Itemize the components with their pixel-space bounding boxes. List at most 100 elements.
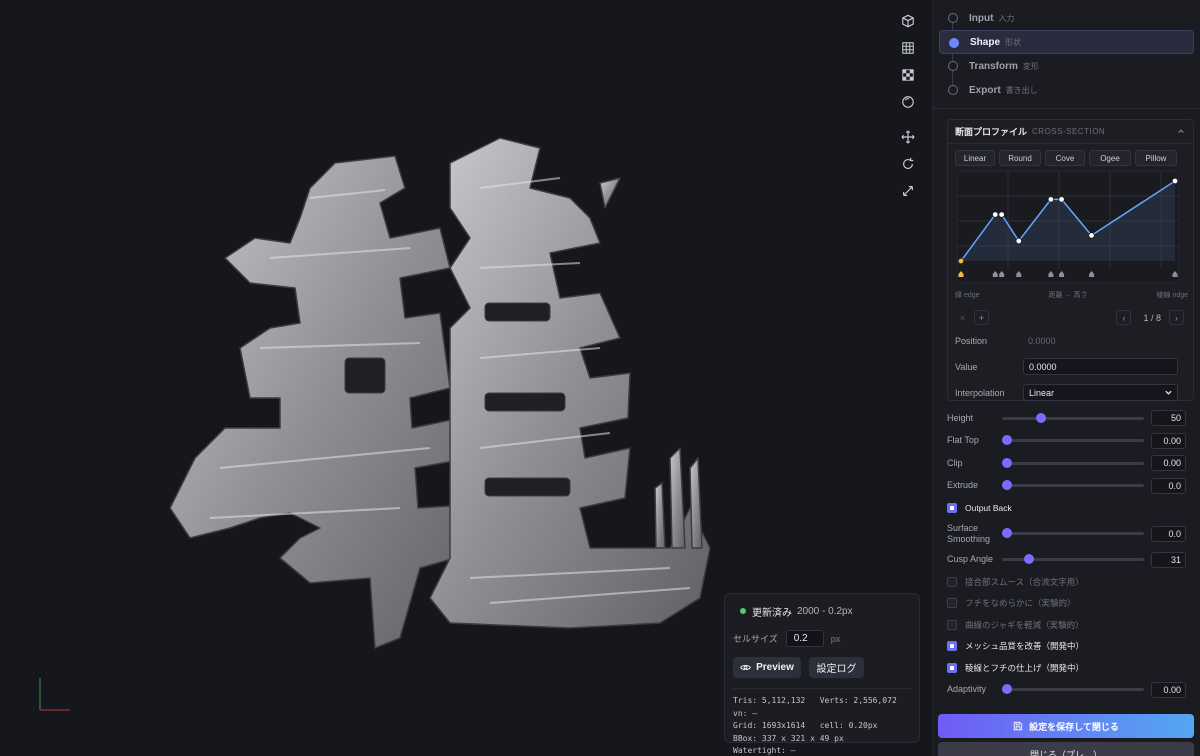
step-transform[interactable]: Transform 変形	[939, 54, 1194, 78]
step-circle-icon	[948, 13, 958, 23]
stats-panel: 更新済み 2000 - 0.2px セルサイズ 0.2 px Preview 設…	[724, 593, 920, 755]
chevron-up-icon[interactable]	[1177, 127, 1185, 135]
mesh-stats-bbox: BBox: 337 x 321 x 49 px	[733, 733, 844, 743]
adaptivity-slider[interactable]	[1002, 684, 1144, 695]
rendered-3d-glyph	[169, 137, 711, 649]
output-back-label: Output Back	[965, 502, 1012, 513]
step-input[interactable]: Input 入力	[939, 6, 1194, 30]
status-detail: 2000 - 0.2px	[797, 605, 853, 617]
surface-smoothing-value[interactable]: 0.0	[1151, 525, 1186, 542]
option-checkbox[interactable]	[947, 641, 957, 652]
interpolation-select[interactable]: Linear	[1023, 384, 1178, 401]
curve-point[interactable]	[1171, 177, 1179, 185]
slider-thumb[interactable]	[1002, 480, 1012, 491]
clip-value[interactable]: 0.00	[1151, 455, 1186, 472]
slider-thumb[interactable]	[1002, 457, 1012, 468]
adaptivity-value[interactable]: 0.00	[1151, 681, 1186, 698]
step-label-jp: 書き出し	[1005, 85, 1038, 95]
axes-gizmo	[39, 678, 70, 711]
checker-icon[interactable]	[897, 64, 919, 86]
cusp-angle-value[interactable]: 31	[1151, 551, 1186, 568]
cusp-angle-slider[interactable]	[1002, 554, 1144, 565]
point-pager: ‹ 1 / 8 ›	[1116, 310, 1188, 325]
option-checkbox[interactable]	[947, 598, 957, 609]
step-label-jp: 変形	[1022, 61, 1039, 71]
save-and-close-button[interactable]: 設定を保存して閉じる	[938, 714, 1194, 738]
extrude-value[interactable]: 0.0	[1151, 477, 1186, 494]
surface-smoothing-label: Surface Smoothing	[947, 522, 991, 544]
curve-point[interactable]	[1058, 196, 1065, 203]
cusp-angle-label: Cusp Angle	[947, 554, 994, 565]
slider-thumb[interactable]	[1002, 684, 1012, 695]
height-slider[interactable]	[1002, 412, 1144, 423]
slider-thumb[interactable]	[1024, 554, 1035, 565]
preset-linear[interactable]: Linear	[955, 150, 995, 166]
expand-icon[interactable]	[897, 180, 919, 202]
preview-button[interactable]: Preview	[733, 657, 801, 678]
move-icon[interactable]	[897, 126, 919, 148]
sphere-icon[interactable]	[897, 91, 919, 113]
output-back-checkbox-row[interactable]: Output Back	[947, 497, 1200, 519]
interpolation-value: Linear	[1029, 387, 1055, 398]
preset-ogee[interactable]: Ogee	[1089, 150, 1131, 166]
settings-log-button[interactable]: 設定ログ	[809, 657, 864, 678]
option-mesh-quality[interactable]: メッシュ品質を改善（開発中）	[947, 636, 1200, 658]
curve-point[interactable]	[1015, 237, 1022, 245]
prev-point-button[interactable]: ‹	[1116, 310, 1132, 325]
status-ok-icon	[740, 608, 746, 614]
step-label: Input	[969, 12, 994, 24]
mesh-stats-tris: Tris: 5,112,132 Verts: 2,556,072	[733, 696, 897, 705]
option-label: 曲線のジャギを軽減（実験的）	[965, 619, 1084, 630]
height-value[interactable]: 50	[1151, 410, 1186, 427]
clip-slider-row: Clip 0.00	[947, 452, 1200, 475]
status-row: 更新済み 2000 - 0.2px	[733, 604, 911, 619]
option-ridge-finish[interactable]: 稜線とフチの仕上げ（開発中）	[947, 657, 1200, 679]
preset-pillow[interactable]: Pillow	[1135, 150, 1177, 166]
slider-thumb[interactable]	[1002, 528, 1012, 538]
clip-slider[interactable]	[1002, 457, 1144, 468]
option-smooth-edge[interactable]: フチをなめらかに（実験的）	[947, 593, 1200, 615]
flat-top-value[interactable]: 0.00	[1151, 432, 1186, 449]
option-checkbox[interactable]	[947, 662, 957, 673]
close-button[interactable]: 閉じる（プレ…）	[938, 742, 1194, 756]
value-input[interactable]: 0.0000	[1023, 358, 1178, 375]
profile-curve-editor[interactable]	[956, 170, 1180, 284]
next-point-button[interactable]: ›	[1169, 310, 1184, 325]
surface-smoothing-slider[interactable]	[1002, 528, 1144, 538]
step-circle-icon	[949, 38, 959, 48]
cell-size-label: セルサイズ	[733, 634, 778, 644]
option-label: メッシュ品質を改善（開発中）	[965, 641, 1085, 652]
step-circle-icon	[948, 61, 958, 71]
grid-icon[interactable]	[897, 37, 919, 59]
cross-section-header[interactable]: 断面プロファイル CROSS-SECTION	[948, 120, 1193, 144]
step-shape[interactable]: Shape 形状	[939, 30, 1194, 54]
preset-cove[interactable]: Cove	[1045, 150, 1085, 166]
option-joint-smooth[interactable]: 接合部スムース（合流文字用）	[947, 571, 1200, 593]
step-export[interactable]: Export 書き出し	[939, 78, 1194, 102]
position-value: 0.0000	[1028, 335, 1056, 346]
cube-icon[interactable]	[897, 10, 919, 32]
extrude-slider[interactable]	[1002, 480, 1144, 491]
cell-size-input[interactable]: 0.2	[785, 630, 824, 647]
preset-round[interactable]: Round	[999, 150, 1041, 166]
option-reduce-jaggies[interactable]: 曲線のジャギを軽減（実験的）	[947, 614, 1200, 636]
add-point-button[interactable]: +	[974, 310, 989, 325]
curve-label-edge: 縁 edge	[955, 292, 980, 299]
curve-point[interactable]	[992, 211, 999, 218]
remove-point-button[interactable]: ×	[955, 310, 970, 325]
curve-point[interactable]	[1047, 196, 1055, 203]
3d-viewport[interactable]: 更新済み 2000 - 0.2px セルサイズ 0.2 px Preview 設…	[0, 0, 932, 756]
option-checkbox[interactable]	[947, 619, 957, 630]
mesh-stats-grid: Grid: 1693x1614 cell: 0.20px	[733, 721, 878, 730]
curve-point[interactable]	[998, 211, 1005, 218]
curve-point[interactable]	[957, 257, 965, 265]
flat-top-label: Flat Top	[947, 435, 979, 446]
output-back-checkbox[interactable]	[947, 502, 957, 513]
slider-thumb[interactable]	[1036, 412, 1047, 423]
slider-thumb[interactable]	[1002, 435, 1012, 446]
curve-point[interactable]	[1088, 232, 1095, 239]
flat-top-slider[interactable]	[1002, 435, 1144, 446]
eye-icon	[740, 664, 751, 671]
option-checkbox[interactable]	[947, 576, 957, 587]
rotate-icon[interactable]	[897, 153, 919, 175]
